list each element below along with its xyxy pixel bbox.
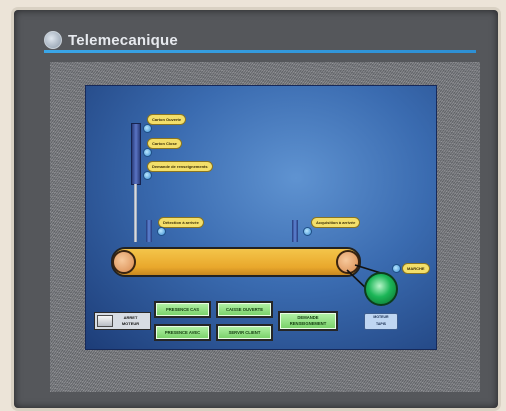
motor-label-line2: TAPIS bbox=[375, 322, 387, 326]
indicator-carton-close-icon bbox=[143, 148, 152, 157]
tag-demande-renseignements: Demande de renseignements bbox=[147, 161, 213, 172]
tag-marche: MARCHE bbox=[402, 263, 430, 274]
brand-name: Telemecanique bbox=[68, 31, 178, 49]
caisse-ouverte-button[interactable]: CAISSE OUVERTE bbox=[216, 301, 273, 318]
cylinder-rod bbox=[134, 184, 137, 242]
presence-avec-button[interactable]: PRESENCE AVEC bbox=[154, 324, 211, 341]
toggle-label: ARRET MOTEUR bbox=[113, 315, 148, 327]
indicator-carton-ouverte-icon bbox=[143, 124, 152, 133]
indicator-right-sensor-icon bbox=[303, 227, 312, 236]
tag-carton-ouverte: Carton Ouverte bbox=[147, 114, 187, 125]
tag-carton-close: Carton Close bbox=[147, 138, 182, 149]
telemecanique-logo-icon bbox=[44, 31, 62, 49]
right-sensor bbox=[292, 220, 298, 242]
motor-label: MOTEUR TAPIS bbox=[364, 313, 398, 330]
pneumatic-cylinder bbox=[131, 123, 141, 185]
demande-button-line2: RENSEIGNEMENT bbox=[289, 321, 327, 326]
conveyor-motor-icon[interactable] bbox=[364, 272, 398, 306]
tag-left-sensor: Détection à arrivée bbox=[158, 217, 204, 228]
motor-stop-toggle[interactable]: ARRET MOTEUR bbox=[94, 312, 151, 330]
conveyor-belt bbox=[111, 247, 361, 277]
toggle-label-line2: MOTEUR bbox=[121, 321, 140, 326]
tag-right-sensor: Acquisition à arrivée bbox=[311, 217, 361, 228]
indicator-left-sensor-icon bbox=[157, 227, 166, 236]
presence-cas-button[interactable]: PRESENCE CAS bbox=[154, 301, 211, 318]
motor-label-line1: MOTEUR bbox=[373, 315, 389, 319]
brand-header: Telemecanique bbox=[44, 30, 178, 50]
indicator-marche-icon bbox=[392, 264, 401, 273]
indicator-demande-icon bbox=[143, 171, 152, 180]
left-roller bbox=[112, 250, 136, 274]
servir-client-button[interactable]: SERVIR CLIENT bbox=[216, 324, 273, 341]
left-sensor bbox=[146, 220, 152, 242]
brand-accent-line bbox=[44, 50, 476, 53]
demande-renseignement-button[interactable]: DEMANDE RENSEIGNEMENT bbox=[278, 311, 338, 331]
toggle-knob-icon[interactable] bbox=[97, 315, 113, 327]
